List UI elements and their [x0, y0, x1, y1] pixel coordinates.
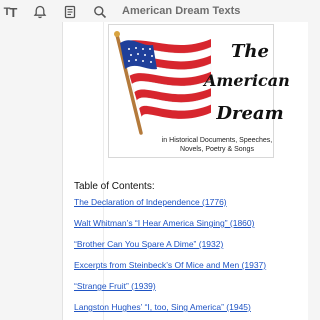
hero-title-line-2: American — [204, 71, 290, 90]
page-title: American Dream Texts — [122, 5, 241, 17]
toc-link[interactable]: The Declaration of Independence (1776) — [74, 197, 227, 207]
top-toolbar: TT American Dream Texts — [0, 0, 308, 24]
search-icon[interactable] — [92, 4, 108, 20]
hero-subtitle-line-1: in Historical Documents, Speeches, — [161, 137, 273, 144]
toc-link[interactable]: “Brother Can You Spare A Dime” (1932) — [74, 239, 223, 249]
hero-image: The American Dream in Historical Documen… — [108, 24, 290, 158]
hero-subtitle-line-2: Novels, Poetry & Songs — [180, 146, 254, 153]
toc-link[interactable]: “Strange Fruit” (1939) — [74, 281, 156, 291]
toc-link[interactable]: Excerpts from Steinbeck’s Of Mice and Me… — [74, 260, 266, 270]
toc-link[interactable]: Langston Hughes’ “I, too, Sing America” … — [74, 302, 251, 312]
hero-subtitle: in Historical Documents, Speeches, Novel… — [159, 136, 275, 154]
toc-heading: Table of Contents: — [74, 181, 155, 192]
bell-icon[interactable] — [32, 4, 48, 20]
toc-link[interactable]: Walt Whitman’s “I Hear America Singing” … — [74, 218, 254, 228]
hero-title-line-3: Dream — [216, 103, 284, 124]
hero-title-line-1: The — [231, 41, 269, 62]
text-size-icon[interactable]: TT — [2, 4, 18, 20]
document-icon[interactable] — [62, 4, 78, 20]
